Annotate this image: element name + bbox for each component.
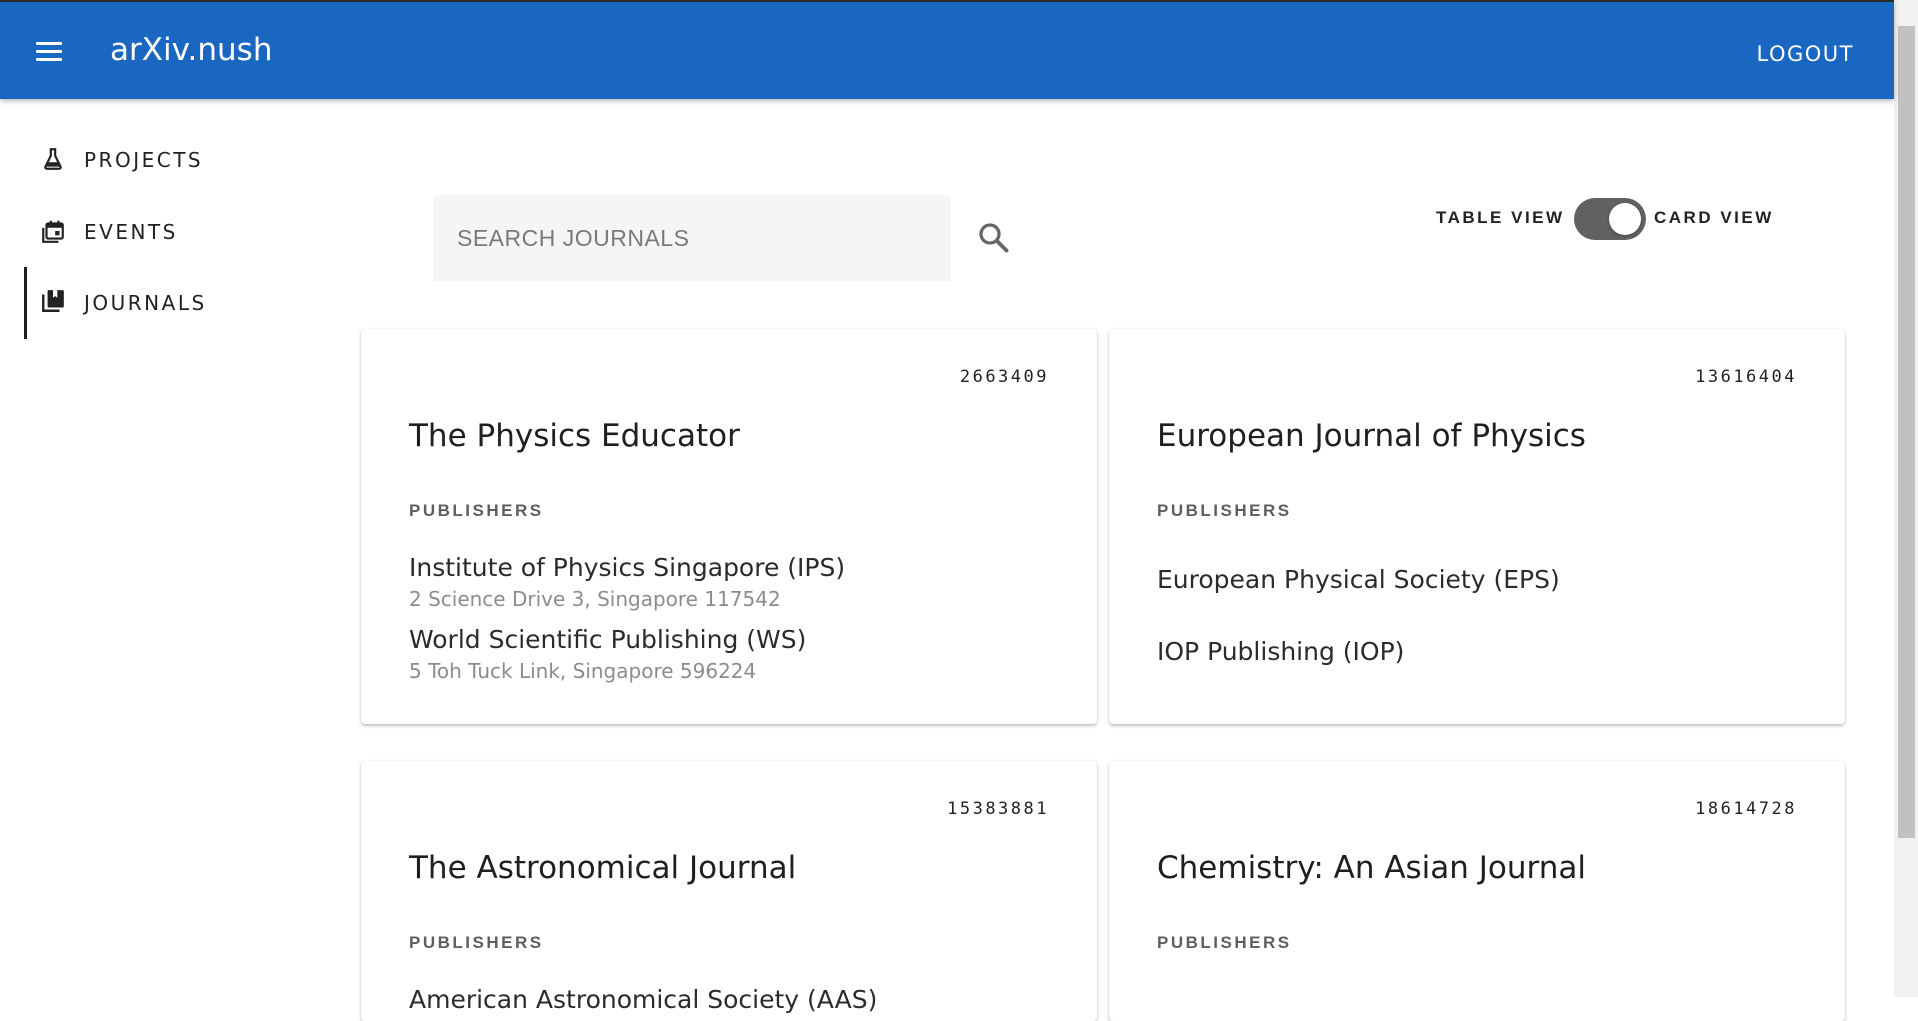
journal-id: 2663409 — [959, 367, 1049, 387]
app-bar: arXiv.nush LOGOUT — [0, 0, 1894, 99]
journal-id: 13616404 — [1695, 367, 1797, 387]
journal-card[interactable]: 15383881 The Astronomical Journal PUBLIS… — [361, 761, 1097, 1021]
publisher-name: Institute of Physics Singapore (IPS) — [409, 553, 846, 582]
journal-title: Chemistry: An Asian Journal — [1157, 850, 1587, 886]
view-toggle: TABLE VIEW CARD VIEW — [1436, 196, 1776, 240]
journal-icon — [42, 290, 64, 312]
journal-card[interactable]: 13616404 European Journal of Physics PUB… — [1109, 329, 1845, 724]
journal-title: European Journal of Physics — [1157, 418, 1586, 454]
view-toggle-switch[interactable] — [1574, 198, 1646, 240]
journal-id: 18614728 — [1695, 799, 1797, 819]
sidebar-item-label: PROJECTS — [84, 148, 204, 172]
publishers-heading: PUBLISHERS — [1157, 501, 1292, 520]
search-icon[interactable] — [975, 219, 1011, 255]
search-field[interactable] — [433, 195, 951, 281]
publisher-name: American Astronomical Society (AAS) — [409, 985, 878, 1014]
flask-icon — [44, 148, 62, 170]
publisher-address: 2 Science Drive 3, Singapore 117542 — [409, 587, 781, 611]
publishers-heading: PUBLISHERS — [409, 501, 544, 520]
sidebar-item-journals[interactable]: JOURNALS — [24, 267, 284, 339]
card-view-label[interactable]: CARD VIEW — [1654, 208, 1774, 228]
publisher-name: World Scientific Publishing (WS) — [409, 625, 807, 654]
search-input[interactable] — [457, 219, 927, 257]
sidebar-nav: PROJECTS EVENTS JOURNALS — [0, 99, 300, 997]
journal-title: The Astronomical Journal — [409, 850, 797, 886]
sidebar-item-projects[interactable]: PROJECTS — [24, 130, 284, 190]
publisher-address: 5 Toh Tuck Link, Singapore 596224 — [409, 659, 757, 683]
page-scrollbar[interactable] — [1894, 0, 1918, 997]
sidebar-item-label: EVENTS — [84, 220, 178, 244]
journal-id: 15383881 — [947, 799, 1049, 819]
scrollbar-thumb[interactable] — [1898, 26, 1915, 838]
journal-card[interactable]: 2663409 The Physics Educator PUBLISHERS … — [361, 329, 1097, 724]
publisher-name: IOP Publishing (IOP) — [1157, 637, 1405, 666]
menu-icon[interactable] — [32, 37, 68, 67]
app-title: arXiv.nush — [110, 32, 273, 68]
journal-title: The Physics Educator — [409, 418, 740, 454]
sidebar-item-label: JOURNALS — [84, 291, 207, 315]
publishers-heading: PUBLISHERS — [409, 933, 544, 952]
calendar-icon — [42, 220, 64, 243]
toggle-knob — [1609, 203, 1641, 235]
logout-button[interactable]: LOGOUT — [1757, 42, 1854, 66]
table-view-label[interactable]: TABLE VIEW — [1436, 208, 1565, 228]
publisher-name: European Physical Society (EPS) — [1157, 565, 1560, 594]
journal-card[interactable]: 18614728 Chemistry: An Asian Journal PUB… — [1109, 761, 1845, 1021]
sidebar-item-events[interactable]: EVENTS — [24, 202, 284, 262]
publishers-heading: PUBLISHERS — [1157, 933, 1292, 952]
